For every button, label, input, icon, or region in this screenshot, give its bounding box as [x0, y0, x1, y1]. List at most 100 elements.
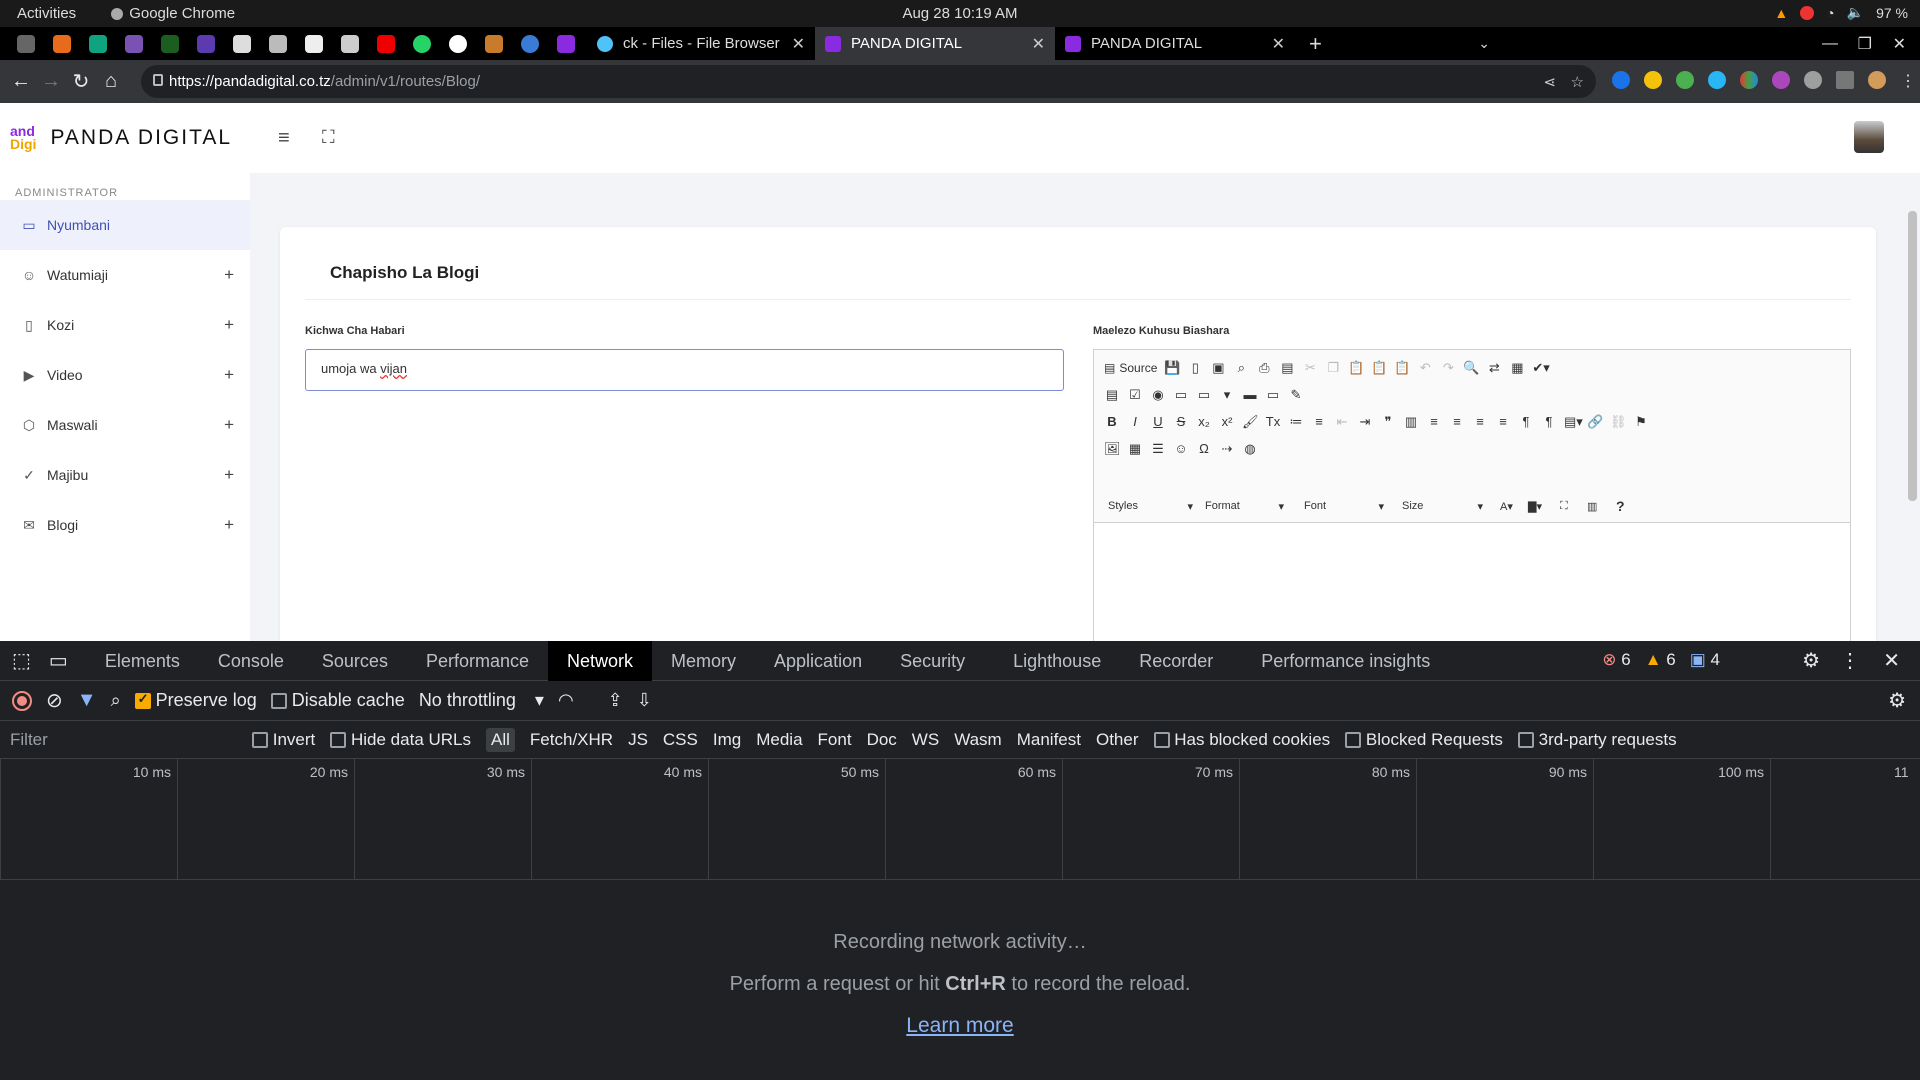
paste-word-icon[interactable]: 📋 [1394, 360, 1410, 376]
horizontal-line-icon[interactable]: ☰ [1150, 441, 1166, 457]
expand-plus-icon[interactable]: + [224, 315, 234, 335]
filter-icon[interactable]: ▼ [77, 689, 97, 712]
close-window-button[interactable]: ✕ [1893, 34, 1906, 54]
pinned-tab[interactable] [517, 31, 543, 57]
pinned-tab[interactable] [553, 31, 579, 57]
print-icon[interactable]: ⎙ [1256, 360, 1272, 376]
image-button-icon[interactable]: ▭ [1265, 387, 1281, 403]
help-icon[interactable]: ? [1616, 495, 1625, 517]
ltr-icon[interactable]: ¶ [1518, 414, 1534, 430]
export-pdf-icon[interactable]: ▣ [1210, 360, 1226, 376]
logo[interactable]: and Digi PANDA DIGITAL [10, 124, 232, 151]
expand-plus-icon[interactable]: + [224, 515, 234, 535]
export-har-icon[interactable]: ⇩ [637, 690, 652, 711]
tab-security[interactable]: Security [881, 641, 984, 681]
import-har-icon[interactable]: ⇪ [608, 690, 623, 711]
tab-elements[interactable]: Elements [86, 641, 199, 681]
form-icon[interactable]: ▤ [1104, 387, 1120, 403]
disable-cache-checkbox[interactable]: Disable cache [270, 690, 405, 711]
cut-icon[interactable]: ✂ [1302, 360, 1318, 376]
tab-performance[interactable]: Performance [407, 641, 548, 681]
checkbox-icon[interactable]: ☑ [1127, 387, 1143, 403]
align-right-icon[interactable]: ≡ [1472, 414, 1488, 430]
activities-button[interactable]: Activities [17, 5, 76, 22]
textfield-icon[interactable]: ▭ [1173, 387, 1189, 403]
tab-network[interactable]: Network [548, 640, 653, 681]
select-icon[interactable]: ▾ [1219, 387, 1235, 403]
filter-ws[interactable]: WS [912, 730, 939, 750]
pinned-tab[interactable] [373, 31, 399, 57]
expand-plus-icon[interactable]: + [224, 265, 234, 285]
tab-console[interactable]: Console [199, 641, 303, 681]
copy-icon[interactable]: ❐ [1325, 360, 1341, 376]
remove-format-icon[interactable]: Tx [1265, 414, 1281, 430]
filter-img[interactable]: Img [713, 730, 741, 750]
save-icon[interactable]: 💾 [1164, 360, 1180, 376]
tab-recorder[interactable]: Recorder [1120, 641, 1232, 681]
editor-content-area[interactable] [1094, 522, 1850, 641]
extension-icon[interactable] [1740, 71, 1758, 89]
hamburger-menu-icon[interactable]: ≡ [278, 127, 290, 150]
filter-wasm[interactable]: Wasm [954, 730, 1002, 750]
new-page-icon[interactable]: ▯ [1187, 360, 1203, 376]
bulleted-list-icon[interactable]: ≡ [1311, 414, 1327, 430]
bg-color-button[interactable]: ▇▾ [1528, 495, 1542, 517]
profile-avatar[interactable] [1868, 71, 1886, 89]
redo-icon[interactable]: ↷ [1440, 360, 1456, 376]
filter-doc[interactable]: Doc [867, 730, 897, 750]
network-overview-timeline[interactable]: 10 ms 20 ms 30 ms 40 ms 50 ms 60 ms 70 m… [0, 759, 1920, 880]
filter-fetch-xhr[interactable]: Fetch/XHR [530, 730, 613, 750]
hidden-field-icon[interactable]: ✎ [1288, 387, 1304, 403]
network-settings-icon[interactable]: ⚙ [1888, 688, 1906, 713]
blocked-requests-checkbox[interactable]: Blocked Requests [1345, 730, 1503, 750]
strike-icon[interactable]: S [1173, 414, 1189, 430]
clock[interactable]: Aug 28 10:19 AM [0, 5, 1920, 22]
numbered-list-icon[interactable]: ≔ [1288, 414, 1304, 430]
sidebar-item-maswali[interactable]: ⬡ Maswali + [0, 400, 250, 450]
italic-icon[interactable]: I [1127, 414, 1143, 430]
image-icon[interactable]: 🖼 [1104, 441, 1121, 457]
styles-dropdown[interactable]: Styles ▾ [1108, 495, 1193, 517]
system-tray[interactable]: ▲ ◔ 🔈 97 % [1774, 4, 1908, 21]
forward-icon[interactable]: → [36, 70, 66, 93]
justify-icon[interactable]: ≡ [1495, 414, 1511, 430]
extension-icon[interactable] [1708, 71, 1726, 89]
third-party-checkbox[interactable]: 3rd-party requests [1517, 730, 1677, 750]
tab-lighthouse[interactable]: Lighthouse [994, 641, 1120, 681]
sidebar-item-majibu[interactable]: ✓ Majibu + [0, 450, 250, 500]
size-dropdown[interactable]: Size ▾ [1402, 495, 1483, 517]
minimize-button[interactable]: — [1822, 35, 1838, 53]
extension-icon[interactable] [1676, 71, 1694, 89]
more-options-icon[interactable]: ⋮ [1840, 648, 1860, 673]
language-icon[interactable]: ▤▾ [1564, 414, 1583, 430]
iframe-icon[interactable]: ◍ [1242, 441, 1258, 457]
underline-icon[interactable]: U [1150, 414, 1166, 430]
close-tab-icon[interactable]: ✕ [1032, 34, 1045, 54]
extension-icon[interactable] [1772, 71, 1790, 89]
radio-icon[interactable]: ◉ [1150, 387, 1166, 403]
pinned-tab[interactable] [193, 31, 219, 57]
sidebar-item-watumiaji[interactable]: ☺ Watumiaji + [0, 250, 250, 300]
issue-counters[interactable]: ⊗ 6 ▲ 6 ▣ 4 [1602, 650, 1720, 670]
table-icon[interactable]: ▦ [1127, 441, 1143, 457]
filter-manifest[interactable]: Manifest [1017, 730, 1081, 750]
filter-input[interactable]: Filter [0, 730, 252, 750]
outdent-icon[interactable]: ⇤ [1334, 414, 1350, 430]
page-scrollbar[interactable] [1908, 211, 1917, 501]
source-button[interactable]: ▤ Source [1104, 360, 1157, 376]
pinned-tab[interactable] [229, 31, 255, 57]
anchor-flag-icon[interactable]: ⚑ [1633, 414, 1649, 430]
puzzle-icon[interactable] [1804, 71, 1822, 89]
title-input[interactable]: umoja wa vijan [305, 349, 1064, 391]
bookmark-star-icon[interactable]: ☆ [1571, 73, 1584, 91]
sidebar-item-video[interactable]: ▶ Video + [0, 350, 250, 400]
extension-icon[interactable] [1612, 71, 1630, 89]
reload-icon[interactable]: ↻ [66, 69, 96, 94]
close-tab-icon[interactable]: ✕ [792, 34, 805, 54]
filter-other[interactable]: Other [1096, 730, 1139, 750]
spellcheck-icon[interactable]: ✔▾ [1532, 360, 1549, 376]
pinned-tab[interactable] [481, 31, 507, 57]
rtl-icon[interactable]: ¶ [1541, 414, 1557, 430]
copy-format-icon[interactable]: 🖌 [1242, 414, 1259, 430]
unlink-icon[interactable]: ⛓ [1610, 414, 1627, 430]
